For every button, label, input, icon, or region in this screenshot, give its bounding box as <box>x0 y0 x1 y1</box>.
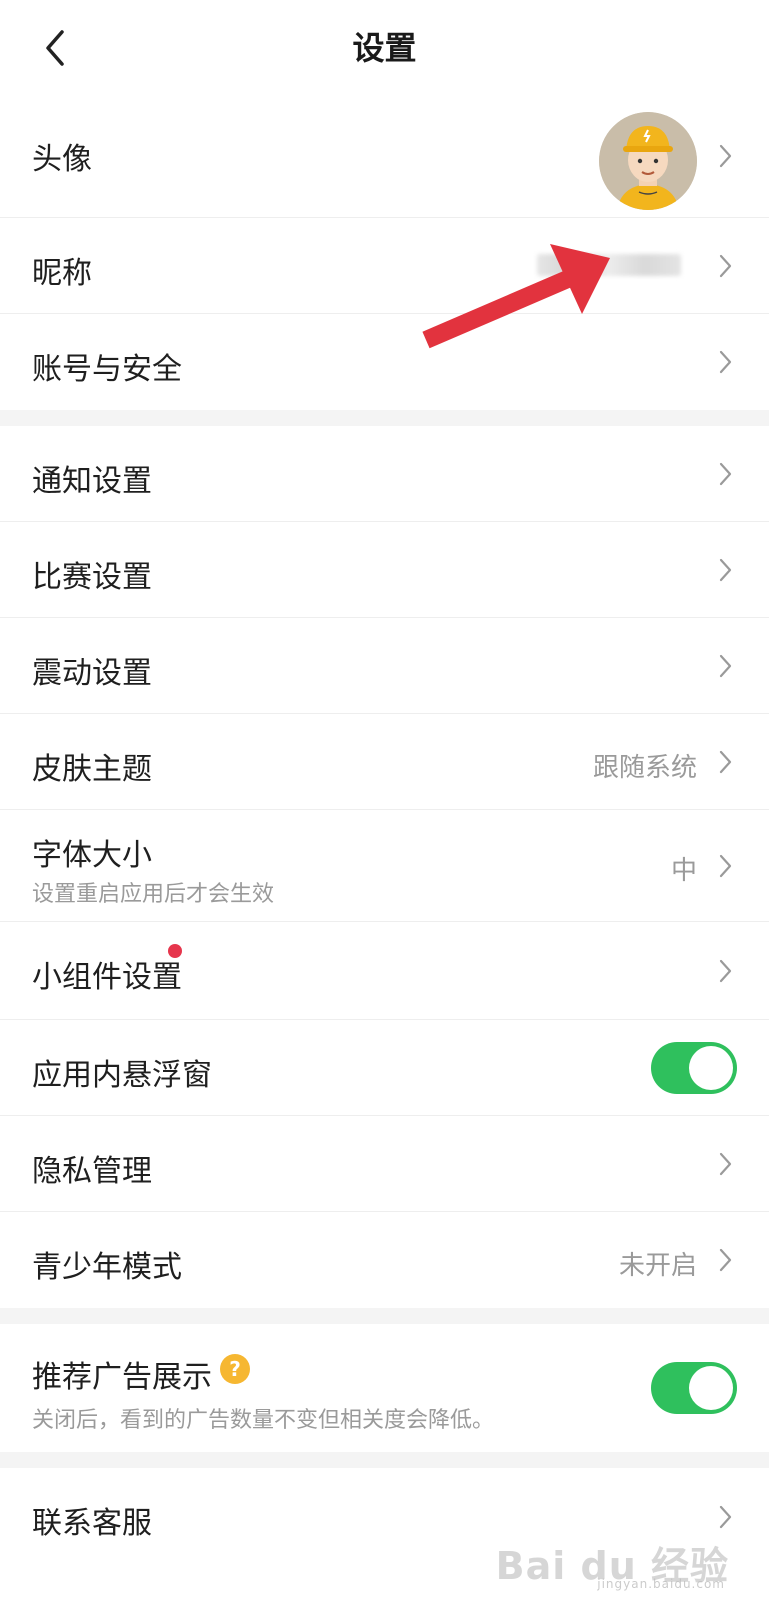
floating-window-toggle[interactable] <box>651 1042 737 1094</box>
vibration-settings-label: 震动设置 <box>32 656 152 691</box>
help-question-icon[interactable]: ? <box>220 1354 250 1384</box>
chevron-right-icon <box>719 750 732 774</box>
recommended-ads-hint: 关闭后，看到的广告数量不变但相关度会降低。 <box>32 1408 495 1433</box>
font-size-label: 字体大小 <box>32 838 152 873</box>
font-size-hint: 设置重启应用后才会生效 <box>32 882 275 907</box>
watermark-sub-text: jingyan.baidu.com <box>597 1577 725 1591</box>
chevron-right-icon <box>719 144 732 168</box>
header-bar: 设置 <box>0 0 769 96</box>
toggle-knob <box>689 1046 733 1090</box>
chevron-right-icon <box>719 854 732 878</box>
recommended-ads-label: 推荐广告展示 <box>32 1360 212 1395</box>
privacy-label: 隐私管理 <box>32 1154 152 1189</box>
toggle-knob <box>689 1366 733 1410</box>
teen-mode-value: 未开启 <box>618 1251 697 1281</box>
chevron-right-icon <box>719 1152 732 1176</box>
avatar-image <box>599 112 697 210</box>
widget-settings-row[interactable]: 小组件设置 <box>0 922 769 1020</box>
baidu-watermark: Bai du 经验 jingyan.baidu.com <box>496 1535 729 1591</box>
teen-mode-label: 青少年模式 <box>32 1250 182 1285</box>
skin-theme-value: 跟随系统 <box>592 753 697 783</box>
chevron-right-icon <box>719 350 732 374</box>
chevron-right-icon <box>719 654 732 678</box>
teen-mode-row[interactable]: 青少年模式 未开启 <box>0 1212 769 1308</box>
avatar-row[interactable]: 头像 <box>0 96 769 218</box>
vibration-settings-row[interactable]: 震动设置 <box>0 618 769 714</box>
privacy-row[interactable]: 隐私管理 <box>0 1116 769 1212</box>
settings-group: 通知设置 比赛设置 震动设置 皮肤主题 跟随系统 字体大小 设置重启应用后才会生… <box>0 426 769 1308</box>
notification-settings-row[interactable]: 通知设置 <box>0 426 769 522</box>
account-security-label: 账号与安全 <box>32 352 182 387</box>
skin-theme-label: 皮肤主题 <box>32 752 152 787</box>
new-badge-dot <box>168 944 182 958</box>
page-title: 设置 <box>352 29 417 67</box>
floating-window-label: 应用内悬浮窗 <box>32 1058 212 1093</box>
font-size-value: 中 <box>670 856 697 886</box>
chevron-right-icon <box>719 1248 732 1272</box>
chevron-right-icon <box>719 558 732 582</box>
recommended-ads-row: 推荐广告展示 ? 关闭后，看到的广告数量不变但相关度会降低。 <box>0 1324 769 1452</box>
match-settings-row[interactable]: 比赛设置 <box>0 522 769 618</box>
annotation-arrow-icon <box>422 244 610 349</box>
floating-window-row: 应用内悬浮窗 <box>0 1020 769 1116</box>
contact-service-label: 联系客服 <box>32 1506 152 1541</box>
nickname-label: 昵称 <box>32 256 92 291</box>
skin-theme-row[interactable]: 皮肤主题 跟随系统 <box>0 714 769 810</box>
font-size-row[interactable]: 字体大小 设置重启应用后才会生效 中 <box>0 810 769 922</box>
ads-group: 推荐广告展示 ? 关闭后，看到的广告数量不变但相关度会降低。 <box>0 1324 769 1452</box>
recommended-ads-toggle[interactable] <box>651 1362 737 1414</box>
match-settings-label: 比赛设置 <box>32 560 152 595</box>
profile-group: 头像 昵称 账号与安全 <box>0 96 769 410</box>
account-security-row[interactable]: 账号与安全 <box>0 314 769 410</box>
chevron-right-icon <box>719 462 732 486</box>
chevron-right-icon <box>719 959 732 983</box>
notification-settings-label: 通知设置 <box>32 464 152 499</box>
avatar-label: 头像 <box>32 142 92 177</box>
chevron-right-icon <box>719 1505 732 1529</box>
nickname-row[interactable]: 昵称 <box>0 218 769 314</box>
widget-settings-label: 小组件设置 <box>32 960 182 995</box>
chevron-right-icon <box>719 254 732 278</box>
